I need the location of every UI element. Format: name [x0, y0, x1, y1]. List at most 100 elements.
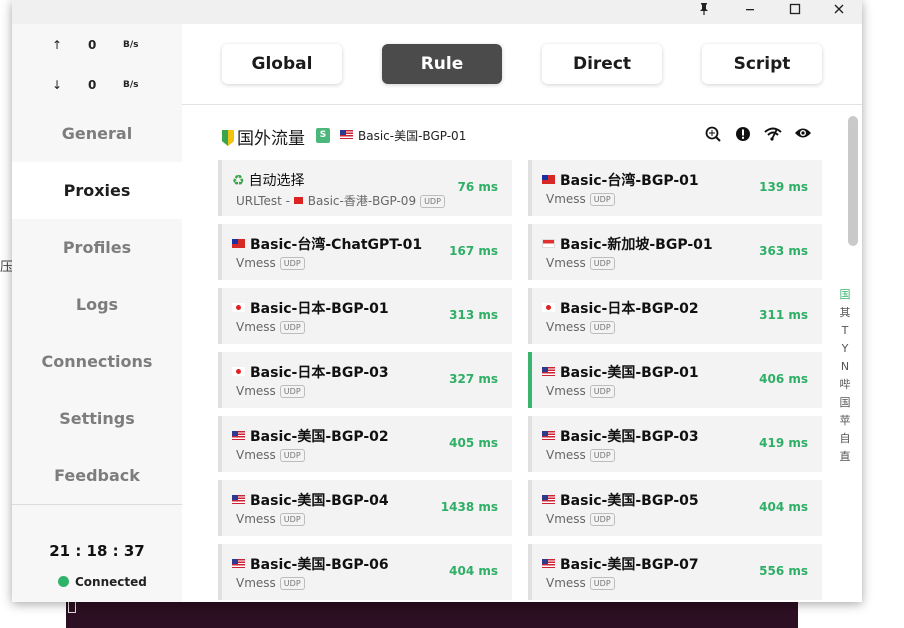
proxy-card[interactable]: Basic-美国-BGP-05 Vmess UDP 404 ms [528, 480, 822, 536]
flag-us-icon [340, 130, 353, 139]
proxy-delay[interactable]: 404 ms [449, 564, 498, 578]
recycle-icon: ♻ [232, 173, 245, 189]
udp-badge: UDP [589, 385, 615, 398]
terminal-cursor [68, 601, 76, 613]
index-letter[interactable]: N [838, 358, 852, 376]
nav-feedback[interactable]: Feedback [12, 447, 182, 504]
udp-badge: UDP [279, 321, 305, 334]
proxy-group-header[interactable]: 国外流量 S Basic-美国-BGP-01 [222, 124, 822, 149]
udp-badge: UDP [589, 513, 615, 526]
nav-proxies[interactable]: Proxies [12, 162, 182, 219]
upload-value: 0 [88, 38, 97, 52]
status-dot-icon [58, 576, 69, 587]
udp-badge: UDP [589, 193, 615, 206]
upload-unit: B/s [123, 40, 139, 50]
proxy-name: Basic-日本-BGP-03 [232, 362, 389, 382]
index-letter[interactable]: 其 [838, 304, 852, 322]
nav-general[interactable]: General [12, 105, 182, 162]
mode-direct-button[interactable]: Direct [542, 44, 662, 84]
status-label: Connected [75, 575, 147, 589]
proxy-type: Vmess UDP [236, 384, 305, 398]
proxy-card[interactable]: Basic-美国-BGP-06 Vmess UDP 404 ms [218, 544, 512, 600]
proxy-delay[interactable]: 313 ms [449, 308, 498, 322]
pin-icon[interactable] [694, 2, 714, 22]
proxy-delay[interactable]: 1438 ms [441, 500, 498, 514]
proxy-card[interactable]: Basic-美国-BGP-03 Vmess UDP 419 ms [528, 416, 822, 472]
proxy-name: Basic-台湾-BGP-01 [542, 170, 699, 190]
index-letter[interactable]: 国 [838, 394, 852, 412]
proxy-delay[interactable]: 406 ms [759, 372, 808, 386]
proxy-card[interactable]: Basic-日本-BGP-01 Vmess UDP 313 ms [218, 288, 512, 344]
index-letter[interactable]: 哔 [838, 376, 852, 394]
wifi-test-icon[interactable] [764, 126, 782, 143]
proxy-name: Basic-美国-BGP-01 [542, 362, 699, 382]
group-title: 国外流量 [222, 124, 305, 149]
proxy-delay[interactable]: 419 ms [759, 436, 808, 450]
nav-settings[interactable]: Settings [12, 390, 182, 447]
mode-global-button[interactable]: Global [222, 44, 342, 84]
scrollbar-thumb[interactable] [848, 116, 858, 246]
index-letter[interactable]: 国 [838, 286, 852, 304]
download-arrow-icon: ↓ [52, 78, 63, 92]
nav-logs[interactable]: Logs [12, 276, 182, 333]
proxy-delay[interactable]: 139 ms [759, 180, 808, 194]
proxy-delay[interactable]: 363 ms [759, 244, 808, 258]
network-search-icon[interactable] [704, 126, 721, 143]
flag-tw-icon [542, 175, 555, 184]
flag-hk-icon [293, 197, 303, 204]
nav-profiles[interactable]: Profiles [12, 219, 182, 276]
proxy-delay[interactable]: 556 ms [759, 564, 808, 578]
index-letter[interactable]: 直 [838, 448, 852, 466]
background-terminal [66, 600, 798, 628]
proxy-delay[interactable]: 327 ms [449, 372, 498, 386]
nav-connections[interactable]: Connections [12, 333, 182, 390]
mode-rule-button[interactable]: Rule [382, 44, 502, 84]
proxy-delay[interactable]: 76 ms [457, 180, 498, 194]
index-letter[interactable]: T [838, 322, 852, 340]
proxy-name: Basic-美国-BGP-02 [232, 426, 389, 446]
proxy-card-selected[interactable]: Basic-美国-BGP-01 Vmess UDP 406 ms [528, 352, 822, 408]
proxy-type: URLTest - Basic-香港-BGP-09 UDP [236, 192, 445, 209]
index-letter[interactable]: 苹 [838, 412, 852, 430]
minimize-icon[interactable] [740, 2, 760, 22]
flag-us-icon [232, 559, 245, 568]
maximize-icon[interactable] [785, 2, 805, 22]
index-letter[interactable]: Y [838, 340, 852, 358]
proxy-name: Basic-台湾-ChatGPT-01 [232, 234, 422, 254]
group-type-badge: S [316, 128, 330, 143]
proxy-name: Basic-日本-BGP-01 [232, 298, 389, 318]
proxy-card[interactable]: Basic-日本-BGP-03 Vmess UDP 327 ms [218, 352, 512, 408]
proxy-delay[interactable]: 167 ms [449, 244, 498, 258]
group-selected-text: Basic-美国-BGP-01 [358, 129, 467, 143]
proxy-card[interactable]: ♻ 自动选择 URLTest - Basic-香港-BGP-09 UDP 76 ms [218, 160, 512, 216]
proxy-list: ♻ 自动选择 URLTest - Basic-香港-BGP-09 UDP 76 ms… [218, 160, 832, 602]
proxy-delay[interactable]: 405 ms [449, 436, 498, 450]
proxy-delay[interactable]: 404 ms [759, 500, 808, 514]
proxy-type: Vmess UDP [546, 320, 615, 334]
close-icon[interactable] [829, 2, 849, 22]
flag-us-icon [542, 495, 555, 504]
proxy-card[interactable]: Basic-台湾-BGP-01 Vmess UDP 139 ms [528, 160, 822, 216]
proxy-name: Basic-美国-BGP-05 [542, 490, 699, 510]
index-letter[interactable]: 自 [838, 430, 852, 448]
eye-icon[interactable] [794, 126, 811, 143]
proxy-type: Vmess UDP [236, 256, 305, 270]
traffic-panel: ↑ 0 B/s ↓ 0 B/s [12, 24, 182, 104]
clock: 21 : 18 : 37 [49, 542, 145, 560]
alert-icon[interactable] [734, 126, 751, 143]
proxy-card[interactable]: Basic-美国-BGP-04 Vmess UDP 1438 ms [218, 480, 512, 536]
proxy-name: Basic-新加坡-BGP-01 [542, 234, 713, 254]
beginner-badge-icon [222, 130, 234, 146]
udp-badge: UDP [589, 321, 615, 334]
proxy-card[interactable]: Basic-美国-BGP-02 Vmess UDP 405 ms [218, 416, 512, 472]
proxy-name: Basic-美国-BGP-04 [232, 490, 389, 510]
sidebar-divider [12, 504, 182, 505]
proxy-card[interactable]: Basic-日本-BGP-02 Vmess UDP 311 ms [528, 288, 822, 344]
flag-jp-icon [542, 303, 555, 312]
udp-badge: UDP [279, 577, 305, 590]
proxy-delay[interactable]: 311 ms [759, 308, 808, 322]
proxy-card[interactable]: Basic-美国-BGP-07 Vmess UDP 556 ms [528, 544, 822, 600]
proxy-card[interactable]: Basic-台湾-ChatGPT-01 Vmess UDP 167 ms [218, 224, 512, 280]
proxy-card[interactable]: Basic-新加坡-BGP-01 Vmess UDP 363 ms [528, 224, 822, 280]
mode-script-button[interactable]: Script [702, 44, 822, 84]
